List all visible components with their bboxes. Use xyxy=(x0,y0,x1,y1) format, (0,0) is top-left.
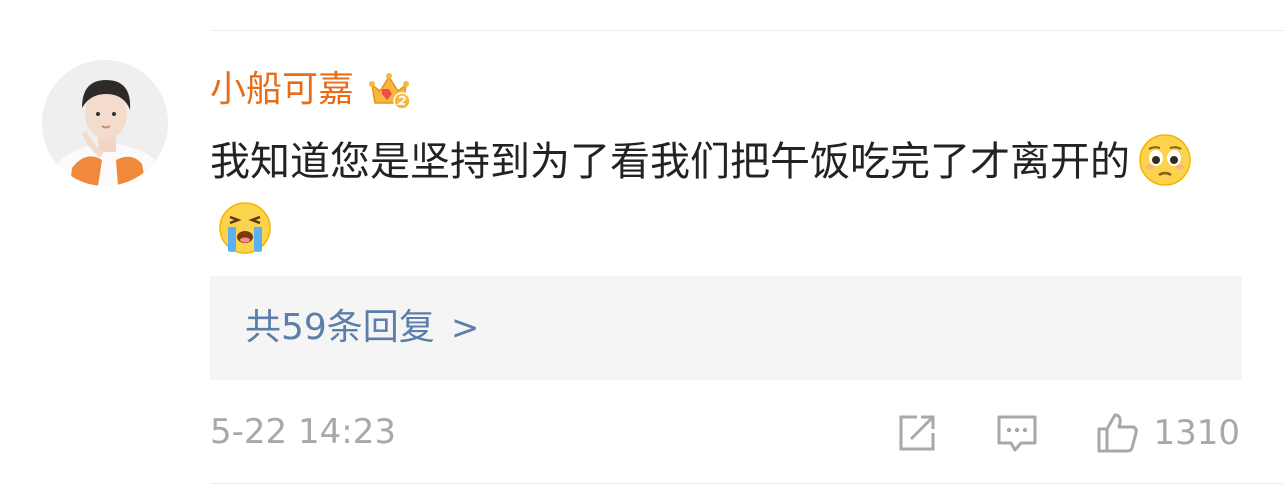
bottom-divider xyxy=(210,483,1284,484)
username-row: 小船可嘉 xyxy=(210,62,412,118)
avatar-image xyxy=(42,60,168,186)
comment-text: 我知道您是坚持到为了看我们把午饭吃完了才离开的 xyxy=(210,139,1130,185)
pleading-face-emoji xyxy=(1138,133,1192,187)
view-replies-link[interactable]: 共59条回复 > xyxy=(245,302,479,354)
reply-count-label: 共59条回复 xyxy=(245,307,435,348)
like-count: 1310 xyxy=(1153,413,1240,453)
comment-icon[interactable] xyxy=(995,411,1039,455)
action-bar: 1310 xyxy=(895,408,1240,458)
chevron-right-icon: > xyxy=(450,308,480,348)
comment-body: 我知道您是坚持到为了看我们把午饭吃完了才离开的 xyxy=(210,128,1250,264)
timestamp: 5-22 14:23 xyxy=(210,412,396,452)
thumbs-up-icon[interactable] xyxy=(1095,411,1139,455)
username[interactable]: 小船可嘉 xyxy=(210,62,354,118)
reply-preview-box[interactable]: 共59条回复 > xyxy=(210,276,1242,380)
avatar[interactable] xyxy=(42,60,168,186)
loudly-crying-emoji xyxy=(218,201,272,255)
crown-badge-icon xyxy=(366,67,412,113)
top-divider xyxy=(210,30,1284,31)
share-icon[interactable] xyxy=(895,411,939,455)
